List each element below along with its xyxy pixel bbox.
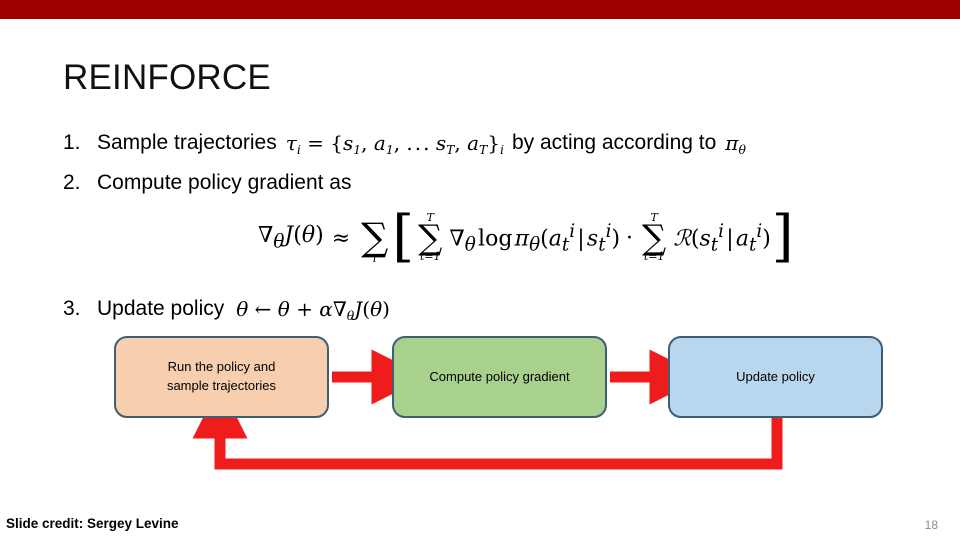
arrow-update-to-run-feedback <box>192 383 783 470</box>
flow-box-compute-gradient[interactable]: Compute policy gradient <box>392 336 607 418</box>
step-number: 2. <box>63 171 81 194</box>
policy-symbol-math: 𝜋𝜃 <box>725 131 746 157</box>
policy-gradient-equation: ∇𝜃J(𝜃) ≈ ∑ i [ T ∑ t=1 ∇𝜃 log 𝜋𝜃(ati | s… <box>258 207 795 269</box>
equation-lhs: ∇𝜃J(𝜃) <box>258 223 324 253</box>
page-number: 18 <box>924 518 938 532</box>
list-item: 2. Compute policy gradient as <box>63 163 943 203</box>
list-item: 3. Update policy 𝜃 ← 𝜃 + 𝛼∇𝜃J(𝜃) <box>63 288 943 329</box>
steps-list: 1. Sample trajectories 𝜏i = {s1, a1, . .… <box>63 122 943 203</box>
flow-box-compute-gradient-label: Compute policy gradient <box>429 368 570 384</box>
equation-operator: · <box>626 225 634 251</box>
bracket-open: [ <box>392 203 415 269</box>
inner-sum-operator-1: T ∑ t=1 <box>418 210 443 264</box>
equation-relation: ≈ <box>331 225 351 251</box>
inner-sum-operator-2: T ∑ t=1 <box>642 210 667 264</box>
log-policy-term: ∇𝜃 log 𝜋𝜃(ati | sti) <box>449 220 621 256</box>
step-number: 1. <box>63 131 81 154</box>
flow-box-run-policy[interactable]: Run the policy and sample trajectories <box>114 336 329 418</box>
step-text: Update policy <box>97 297 225 320</box>
inner-sum-2-lower: t=1 <box>643 250 665 264</box>
top-accent-band <box>0 0 960 19</box>
flow-box-update-policy-label: Update policy <box>736 368 815 384</box>
page-title: REINFORCE <box>63 58 271 97</box>
list-item: 1. Sample trajectories 𝜏i = {s1, a1, . .… <box>63 122 943 163</box>
outer-sum-operator: ∑ i <box>361 215 389 265</box>
step-number: 3. <box>63 297 81 320</box>
bracket-close: ] <box>771 203 794 269</box>
trajectory-math: 𝜏i = {s1, a1, . . . sT, aT}i <box>285 131 504 157</box>
step-text-after: by acting according to <box>511 131 717 154</box>
update-rule-math: 𝜃 ← 𝜃 + 𝛼∇𝜃J(𝜃) <box>236 297 390 323</box>
flow-box-update-policy[interactable]: Update policy <box>668 336 883 418</box>
step-text: Compute policy gradient as <box>97 171 352 194</box>
steps-list-continued: 3. Update policy 𝜃 ← 𝜃 + 𝛼∇𝜃J(𝜃) <box>63 288 943 329</box>
reward-term: ℛ(sti | ati) <box>673 220 771 256</box>
outer-sum-index: i <box>372 251 377 265</box>
flow-box-run-policy-label: Run the policy and sample trajectories <box>166 359 277 393</box>
inner-sum-1-lower: t=1 <box>419 250 441 264</box>
slide-credit: Slide credit: Sergey Levine <box>6 516 179 531</box>
step-text: Sample trajectories <box>97 131 277 154</box>
